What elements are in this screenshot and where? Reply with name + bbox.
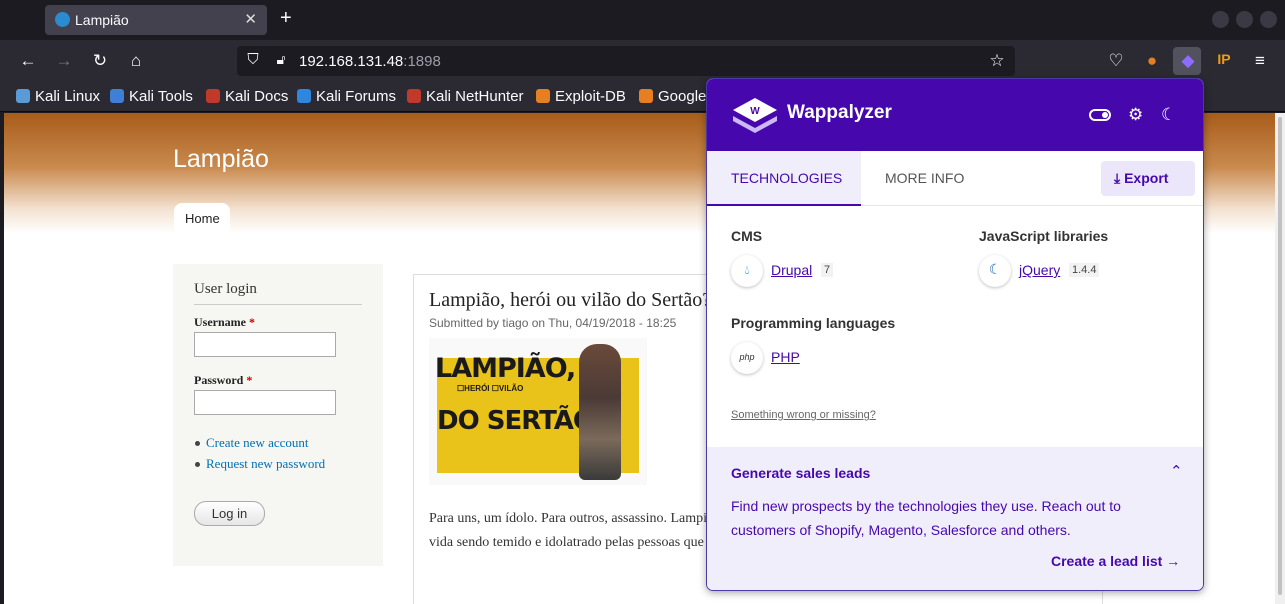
request-password-link[interactable]: Request new password xyxy=(206,456,325,472)
settings-gear-icon[interactable]: ⚙ xyxy=(1128,105,1143,125)
navigation-bar: ← → ↻ ⌂ ⛉ 🔓︎ 192.168.131.48:1898 ☆ ♡ ● ◆… xyxy=(0,40,1285,82)
pocket-icon[interactable]: ♡ xyxy=(1106,51,1126,71)
jquery-version: 1.4.4 xyxy=(1069,263,1100,277)
wappalyzer-icon: ◆ xyxy=(1181,51,1195,70)
category-cms: CMS xyxy=(731,228,763,244)
kali-docs-icon xyxy=(206,89,220,103)
scrollbar-thumb[interactable] xyxy=(1278,117,1282,595)
article-body: Para uns, um ídolo. Para outros, assassi… xyxy=(429,511,708,550)
drupal-version: 7 xyxy=(821,263,834,277)
image-subtitle: ☐HERÓI ☐VILÃO xyxy=(457,384,524,393)
kali-tools-icon xyxy=(110,89,124,103)
username-input[interactable] xyxy=(194,332,336,357)
new-tab-button[interactable]: + xyxy=(280,7,292,30)
wappalyzer-tabs: TECHNOLOGIES MORE INFO ⤓ Export xyxy=(707,151,1203,206)
wappalyzer-brand: Wappalyzer xyxy=(787,102,892,123)
exploit-db-icon xyxy=(536,89,550,103)
bookmark-kali-forums[interactable]: Kali Forums xyxy=(297,88,396,105)
login-button[interactable]: Log in xyxy=(194,501,265,526)
category-javascript-libraries: JavaScript libraries xyxy=(979,228,1109,244)
page-scrollbar[interactable] xyxy=(1275,113,1285,604)
category-programming-languages: Programming languages xyxy=(731,315,896,331)
nav-home-tab[interactable]: Home xyxy=(174,203,230,233)
close-window-button[interactable] xyxy=(1260,11,1277,28)
bookmark-kali-tools[interactable]: Kali Tools xyxy=(110,88,193,105)
extension-icon[interactable]: ● xyxy=(1142,51,1162,71)
image-figure xyxy=(579,344,621,480)
download-icon: ⤓ xyxy=(1114,170,1121,186)
lock-insecure-icon[interactable]: 🔓︎ xyxy=(271,51,291,68)
reload-icon[interactable]: ↻ xyxy=(90,51,110,71)
article-meta: Submitted by tiago on Thu, 04/19/2018 - … xyxy=(429,316,677,330)
something-wrong-link[interactable]: Something wrong or missing? xyxy=(731,409,876,421)
site-name[interactable]: Lampião xyxy=(173,145,269,174)
tab-bar: Lampião ✕ + xyxy=(0,0,1285,40)
image-title-line2: DO SERTÃO xyxy=(437,406,595,436)
bookmark-kali-linux[interactable]: Kali Linux xyxy=(16,88,100,105)
toggle-switch[interactable] xyxy=(1089,109,1111,121)
wappalyzer-header: W Wappalyzer ⚙ ☾ xyxy=(707,79,1203,151)
url-text[interactable]: 192.168.131.48:1898 xyxy=(299,53,441,70)
url-bar[interactable]: ⛉ 🔓︎ 192.168.131.48:1898 ☆ xyxy=(237,46,1015,76)
create-lead-list-link[interactable]: Create a lead list → xyxy=(1051,553,1180,569)
drupal-favicon-icon xyxy=(55,12,70,27)
arrow-right-icon: → xyxy=(1166,553,1181,569)
login-block-title: User login xyxy=(194,281,362,305)
shield-icon[interactable]: ⛉ xyxy=(243,51,263,68)
create-account-link[interactable]: Create new account xyxy=(206,435,309,451)
php-icon: php xyxy=(731,342,763,374)
minimize-button[interactable] xyxy=(1212,11,1229,28)
tab-technologies[interactable]: TECHNOLOGIES xyxy=(707,151,861,206)
forward-icon[interactable]: → xyxy=(54,51,74,71)
tech-jquery-link[interactable]: jQuery xyxy=(1019,262,1060,278)
tech-drupal-link[interactable]: Drupal xyxy=(771,262,812,278)
kali-forums-icon xyxy=(297,89,311,103)
tech-php-link[interactable]: PHP xyxy=(771,349,800,365)
jquery-icon: ☾ xyxy=(979,255,1011,287)
wappalyzer-logo-icon: W xyxy=(733,98,777,133)
kali-nethunter-icon xyxy=(407,89,421,103)
close-tab-icon[interactable]: ✕ xyxy=(244,10,257,28)
user-login-block: User login Username * Password * Create … xyxy=(173,264,383,566)
menu-icon[interactable]: ≡ xyxy=(1250,51,1270,71)
leads-title[interactable]: Generate sales leads xyxy=(731,465,870,481)
kali-dragon-icon xyxy=(16,89,30,103)
export-button[interactable]: ⤓ Export xyxy=(1101,161,1195,196)
article-image: LAMPIÃO, ☐HERÓI ☐VILÃO DO SERTÃO xyxy=(429,338,647,485)
password-label: Password * xyxy=(194,373,253,387)
image-title-line1: LAMPIÃO, xyxy=(435,353,576,384)
bookmark-star-icon[interactable]: ☆ xyxy=(987,51,1007,71)
sales-leads-panel: Generate sales leads ⌃ Find new prospect… xyxy=(707,447,1203,590)
bullet-icon xyxy=(195,441,200,446)
ip-extension-icon[interactable]: IP xyxy=(1214,51,1234,67)
leads-description: Find new prospects by the technologies t… xyxy=(731,498,1121,538)
drupal-icon: 💧︎ xyxy=(731,255,763,287)
password-input[interactable] xyxy=(194,390,336,415)
svg-text:W: W xyxy=(750,106,760,117)
bookmark-kali-nethunter[interactable]: Kali NetHunter xyxy=(407,88,524,105)
chevron-up-icon[interactable]: ⌃ xyxy=(1170,462,1183,480)
home-icon[interactable]: ⌂ xyxy=(126,51,146,71)
dark-mode-moon-icon[interactable]: ☾ xyxy=(1161,105,1176,125)
wappalyzer-popup: W Wappalyzer ⚙ ☾ TECHNOLOGIES MORE INFO … xyxy=(706,78,1204,591)
maximize-button[interactable] xyxy=(1236,11,1253,28)
browser-tab[interactable]: Lampião ✕ xyxy=(45,5,267,35)
google-icon xyxy=(639,89,653,103)
back-icon[interactable]: ← xyxy=(18,51,38,71)
tab-title: Lampião xyxy=(75,12,129,28)
article-title[interactable]: Lampião, herói ou vilão do Sertão? xyxy=(429,289,711,312)
username-label: Username * xyxy=(194,315,255,329)
bookmark-kali-docs[interactable]: Kali Docs xyxy=(206,88,288,105)
bookmark-exploit-db[interactable]: Exploit-DB xyxy=(536,88,626,105)
tab-more-info[interactable]: MORE INFO xyxy=(885,170,964,186)
bullet-icon xyxy=(195,462,200,467)
bookmark-google[interactable]: Google xyxy=(639,88,706,105)
